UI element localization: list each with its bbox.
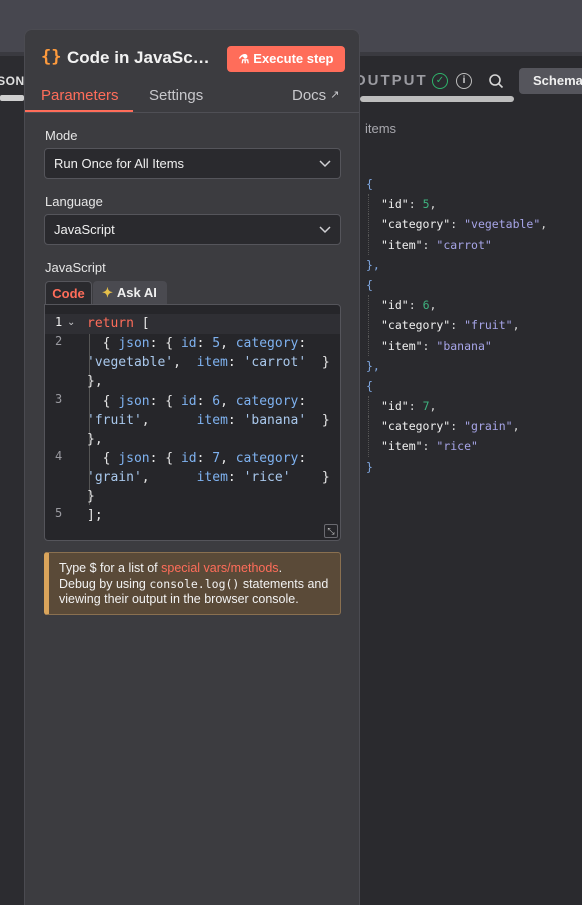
- json-row-item: "item": "carrot": [368, 234, 547, 255]
- notice-line-2: Debug by using console.log() statements …: [59, 576, 329, 591]
- ask-ai-label: Ask AI: [116, 285, 157, 300]
- notice-line-3: viewing their output in the browser cons…: [59, 592, 299, 606]
- external-link-icon: ↗: [330, 89, 340, 101]
- output-scrollbar[interactable]: [360, 96, 514, 102]
- notice-line-1: Type $ for a list of special vars/method…: [59, 561, 283, 575]
- chevron-down-icon: [319, 226, 331, 234]
- search-icon[interactable]: [488, 73, 504, 89]
- code-braces-icon: {}: [41, 47, 62, 67]
- execute-step-label: Execute step: [253, 51, 334, 66]
- execute-step-button[interactable]: ⚗ Execute step: [227, 46, 345, 72]
- json-open-brace: {: [366, 277, 373, 292]
- tab-divider: [25, 112, 359, 113]
- line-number: 5: [55, 506, 63, 520]
- info-icon[interactable]: i: [456, 73, 472, 89]
- json-row-id: "id": 6,: [368, 295, 547, 316]
- line-number: 2: [55, 334, 63, 348]
- tab-parameters[interactable]: Parameters: [41, 87, 119, 104]
- line-number: 1: [55, 315, 63, 329]
- json-open-brace: {: [366, 177, 373, 191]
- mode-value: Run Once for All Items: [54, 156, 185, 171]
- success-check-icon: ✓: [432, 73, 448, 89]
- mode-label: Mode: [45, 128, 78, 143]
- json-open-brace: {: [366, 378, 373, 393]
- schema-view-tab[interactable]: Schema: [519, 68, 582, 94]
- json-row-category: "category": "grain",: [368, 416, 547, 437]
- json-row-id: "id": 5,: [368, 194, 547, 215]
- mode-select[interactable]: Run Once for All Items: [44, 148, 341, 179]
- node-title[interactable]: Code in JavaScri...: [67, 48, 213, 68]
- json-close-brace: },: [366, 358, 380, 373]
- json-row-id: "id": 7,: [368, 396, 547, 417]
- sparkle-icon: ✦: [102, 285, 113, 300]
- code-hint-notice: Type $ for a list of special vars/method…: [44, 552, 341, 615]
- tab-ask-ai[interactable]: ✦ Ask AI: [93, 281, 167, 305]
- json-row-category: "category": "fruit",: [368, 315, 547, 336]
- tab-settings[interactable]: Settings: [149, 87, 203, 104]
- editor-label: JavaScript: [45, 260, 106, 275]
- flask-icon: ⚗: [238, 52, 250, 66]
- input-json-label: JSON: [0, 74, 25, 88]
- items-count-label: items: [365, 121, 397, 136]
- input-scrollbar[interactable]: [0, 95, 24, 101]
- language-select[interactable]: JavaScript: [44, 214, 341, 245]
- expand-editor-icon[interactable]: ⤡: [324, 524, 338, 538]
- json-row-category: "category": "vegetable",: [368, 214, 547, 235]
- tab-code[interactable]: Code: [45, 281, 92, 305]
- json-row-item: "item": "rice": [368, 436, 547, 457]
- node-panel: {} Code in JavaScri... ⚗ Execute step Par…: [24, 29, 360, 905]
- json-close-brace: }: [366, 459, 373, 474]
- json-close-brace: },: [366, 257, 380, 272]
- json-output: { "id": 5, "category": "vegetable", "ite…: [366, 174, 547, 477]
- line-number: 3: [55, 392, 63, 406]
- language-value: JavaScript: [54, 222, 115, 237]
- code-editor[interactable]: 1 2 3 4 5 ⌄ return [ { json: { id: 5, ca…: [44, 304, 341, 541]
- line-number: 4: [55, 449, 63, 463]
- docs-link[interactable]: Docs ↗: [292, 87, 339, 104]
- output-title: OUTPUT: [354, 72, 428, 89]
- fold-chevron-icon[interactable]: ⌄: [67, 317, 75, 328]
- docs-label: Docs: [292, 87, 327, 104]
- chevron-down-icon: [319, 160, 331, 168]
- special-vars-link[interactable]: special vars/methods: [161, 561, 278, 575]
- json-row-item: "item": "banana": [368, 335, 547, 356]
- language-label: Language: [45, 194, 103, 209]
